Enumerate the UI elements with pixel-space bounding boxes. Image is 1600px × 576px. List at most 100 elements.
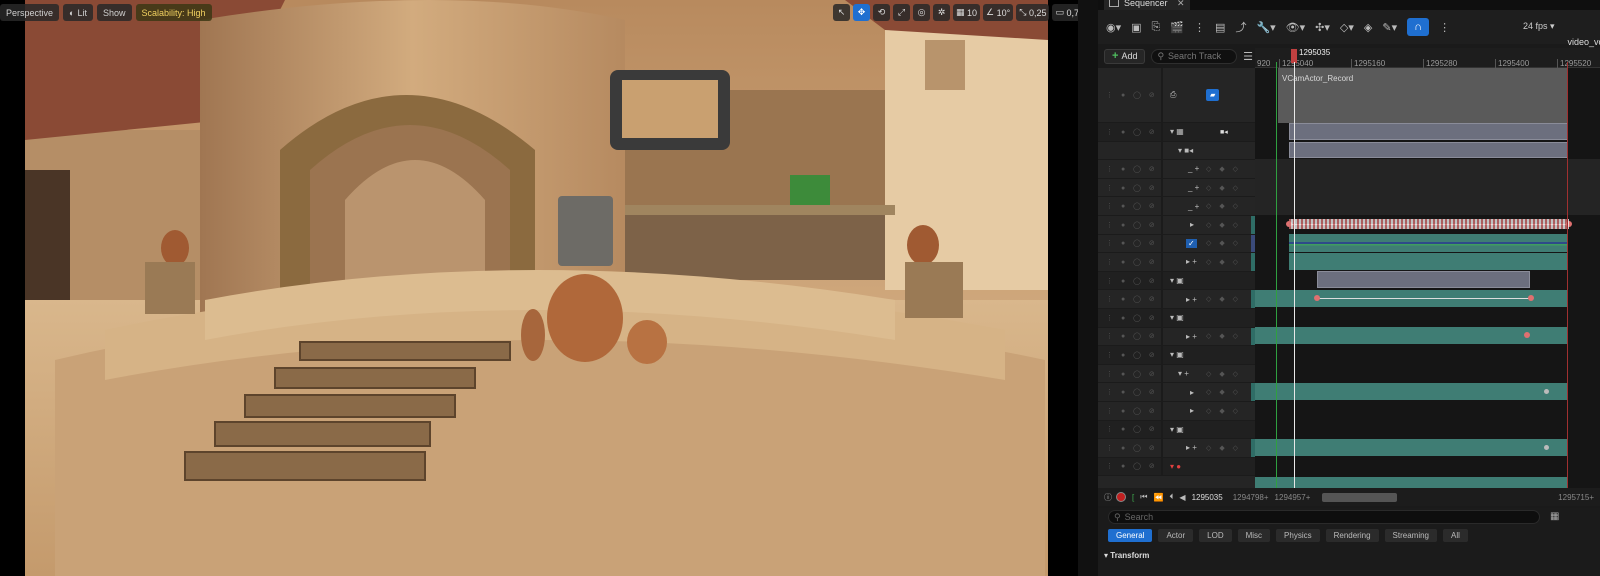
- curve-editor-icon[interactable]: ⤴: [1235, 19, 1246, 35]
- world-icon[interactable]: ◉▾: [1106, 21, 1121, 34]
- surface-snap-icon[interactable]: ✲: [933, 4, 950, 21]
- playback-options-icon[interactable]: ✣▾: [1315, 21, 1330, 34]
- scale-mode-icon[interactable]: ⤢: [893, 4, 910, 21]
- transform-section-header[interactable]: ▾ Transform: [1104, 551, 1149, 560]
- track-row-vcam-actor[interactable]: ⋮ ● ◯ ⊘ ▾ ▦ ■◂: [1098, 123, 1255, 142]
- checkbox-icon[interactable]: ✓: [1186, 238, 1197, 248]
- keyframe[interactable]: [1314, 295, 1320, 301]
- prev-key-icon[interactable]: ⏪: [1153, 493, 1163, 502]
- view-end-field[interactable]: 1295715+: [1558, 493, 1594, 502]
- level-viewport[interactable]: Perspective ◐ Lit Show Scalability: High…: [0, 0, 1078, 576]
- prev-frame-icon[interactable]: ⏴: [1169, 492, 1173, 502]
- transform-section[interactable]: [1255, 439, 1568, 456]
- track-row[interactable]: ⋮ ● ◯ ⊘ ▸ + ◇ ◆ ◇: [1098, 327, 1255, 347]
- view-options-icon[interactable]: 👁▾: [1286, 21, 1306, 34]
- keyframe[interactable]: [1524, 332, 1530, 338]
- actor-section[interactable]: [1289, 123, 1568, 140]
- track-row[interactable]: ⋮ ● ◯ ⊘ _ + ◇ ◆ ◇: [1098, 160, 1255, 179]
- timeline-scrollbar[interactable]: [1322, 492, 1398, 502]
- filter-streaming[interactable]: Streaming: [1384, 529, 1437, 542]
- rotate-mode-icon[interactable]: ⟲: [873, 4, 890, 21]
- filter-actor[interactable]: Actor: [1158, 529, 1194, 542]
- track-row[interactable]: ⋮ ● ◯ ⊘ ▸ + ◇ ◆ ◇: [1098, 290, 1255, 309]
- view-range-field[interactable]: 1294957+: [1275, 493, 1311, 502]
- filter-lod[interactable]: LOD: [1199, 529, 1232, 542]
- track-row-actor[interactable]: ⋮ ● ◯ ⊘ ▾ ▣: [1098, 308, 1255, 328]
- float-section[interactable]: [1289, 253, 1568, 270]
- bool-section[interactable]: [1289, 234, 1568, 252]
- track-row-actor[interactable]: ⋮ ● ◯ ⊘ ▾ ▣: [1098, 271, 1255, 291]
- scene-render[interactable]: [25, 0, 1048, 576]
- fps-dropdown[interactable]: 24 fps ▾: [1523, 21, 1555, 32]
- transform-section[interactable]: [1255, 477, 1568, 488]
- jump-start-icon[interactable]: ⏮: [1140, 492, 1147, 502]
- world-space-icon[interactable]: ◎: [913, 4, 930, 21]
- filter-physics[interactable]: Physics: [1276, 529, 1320, 542]
- close-tab-icon[interactable]: ✕: [1177, 0, 1185, 9]
- actor-section[interactable]: [1317, 271, 1530, 288]
- filter-icon[interactable]: ☰: [1243, 50, 1253, 63]
- track-row[interactable]: ⋮ ● ◯ ⊘ _ + ◇ ◆ ◇: [1098, 178, 1255, 198]
- track-row-camera-component[interactable]: ▾ ■◂: [1098, 141, 1255, 161]
- view-start-field[interactable]: 1294798+: [1233, 493, 1269, 502]
- filter-general[interactable]: General: [1108, 529, 1153, 542]
- set-start-icon[interactable]: [: [1132, 493, 1134, 502]
- play-reverse-icon[interactable]: ◀: [1179, 493, 1185, 502]
- track-row-camera-cut[interactable]: ⋮ ● ◯ ⊘ ⎙ ▰: [1098, 68, 1255, 123]
- scale-snap-button[interactable]: ⤡ 0,25: [1016, 4, 1050, 21]
- key-icon[interactable]: ◇▾: [1340, 21, 1354, 34]
- track-row[interactable]: ⋮ ● ◯ ⊘ ▸ + ◇ ◆ ◇: [1098, 253, 1255, 272]
- timeline-icon[interactable]: ▤: [1215, 21, 1225, 34]
- track-row[interactable]: ⋮ ● ◯ ⊘ ▸ + ◇ ◆ ◇: [1098, 439, 1255, 458]
- details-search-input[interactable]: ⚲ Search: [1108, 510, 1540, 524]
- camera-speed-button[interactable]: ▭ 0,7: [1052, 4, 1078, 21]
- filter-misc[interactable]: Misc: [1237, 529, 1271, 542]
- timeline-area[interactable]: 920 1295040 1295160 1295280 1295400 1295…: [1255, 48, 1600, 488]
- search-track-input[interactable]: ⚲ Search Track: [1151, 48, 1238, 64]
- show-button[interactable]: Show: [96, 4, 132, 21]
- scalability-button[interactable]: Scalability: High: [135, 4, 212, 21]
- track-row[interactable]: ⋮ ● ◯ ⊘ ▾ + ◇ ◆ ◇: [1098, 364, 1255, 384]
- camera-lock-icon[interactable]: ▰: [1206, 89, 1220, 101]
- info-icon[interactable]: ⓘ: [1104, 492, 1112, 503]
- more-options-icon[interactable]: ⋮: [1194, 21, 1205, 34]
- perspective-button[interactable]: Perspective: [0, 4, 60, 21]
- snap-options-icon[interactable]: ⋮: [1439, 21, 1450, 34]
- rotation-snap-button[interactable]: ∠ 10°: [983, 4, 1014, 21]
- snap-magnet-icon[interactable]: ∩: [1407, 18, 1430, 36]
- translate-mode-icon[interactable]: ✥: [853, 4, 870, 21]
- track-row[interactable]: ⋮ ● ◯ ⊘ _ + ◇ ◆ ◇: [1098, 197, 1255, 216]
- playhead-handle[interactable]: [1291, 49, 1297, 63]
- track-row-recorder[interactable]: ⋮ ● ◯ ⊘ ▾ ●: [1098, 457, 1255, 477]
- track-row-actor[interactable]: ⋮ ● ◯ ⊘ ▾ ▣: [1098, 346, 1255, 365]
- edit-icon[interactable]: ✎▾: [1382, 21, 1397, 34]
- filter-rendering[interactable]: Rendering: [1325, 529, 1379, 542]
- track-row[interactable]: ⋮ ● ◯ ⊘ ▸ ◇ ◆ ◇: [1098, 215, 1255, 235]
- tools-icon[interactable]: 🔧▾: [1256, 21, 1275, 34]
- view-options-grid-icon[interactable]: ▦: [1550, 511, 1559, 522]
- view-mode-button[interactable]: ◐ Lit: [63, 4, 93, 21]
- current-frame-field[interactable]: 1295035: [1192, 493, 1223, 502]
- track-row-actor[interactable]: ⋮ ● ◯ ⊘ ▾ ▣: [1098, 420, 1255, 440]
- camera-cut-section[interactable]: VCamActor_Record: [1278, 68, 1568, 123]
- transform-section[interactable]: [1255, 383, 1568, 400]
- keyframe[interactable]: [1528, 295, 1534, 301]
- record-button[interactable]: [1116, 492, 1126, 502]
- render-movie-icon[interactable]: 🎬: [1170, 21, 1184, 34]
- filter-all[interactable]: All: [1443, 529, 1468, 542]
- track-row[interactable]: ⋮ ● ◯ ⊘ ▸ ◇ ◆ ◇: [1098, 401, 1255, 421]
- auto-key-icon[interactable]: ◈: [1364, 21, 1372, 34]
- save-as-icon[interactable]: ⎘: [1152, 21, 1161, 34]
- component-section[interactable]: [1289, 142, 1568, 158]
- keyframe[interactable]: [1544, 445, 1549, 450]
- track-row[interactable]: ⋮ ● ◯ ⊘ ✓ ◇ ◆ ◇: [1098, 234, 1255, 254]
- tab-sequencer[interactable]: Sequencer ✕: [1104, 0, 1190, 10]
- transform-section[interactable]: [1255, 327, 1568, 344]
- save-icon[interactable]: ▣: [1131, 21, 1141, 34]
- add-track-button[interactable]: + Add: [1104, 48, 1146, 64]
- time-ruler[interactable]: 920 1295040 1295160 1295280 1295400 1295…: [1255, 48, 1600, 68]
- keyframe[interactable]: [1544, 389, 1549, 394]
- grid-snap-button[interactable]: ▦ 10: [953, 4, 981, 21]
- track-row[interactable]: ⋮ ● ◯ ⊘ ▸ ◇ ◆ ◇: [1098, 383, 1255, 402]
- select-mode-icon[interactable]: ↖: [833, 4, 850, 21]
